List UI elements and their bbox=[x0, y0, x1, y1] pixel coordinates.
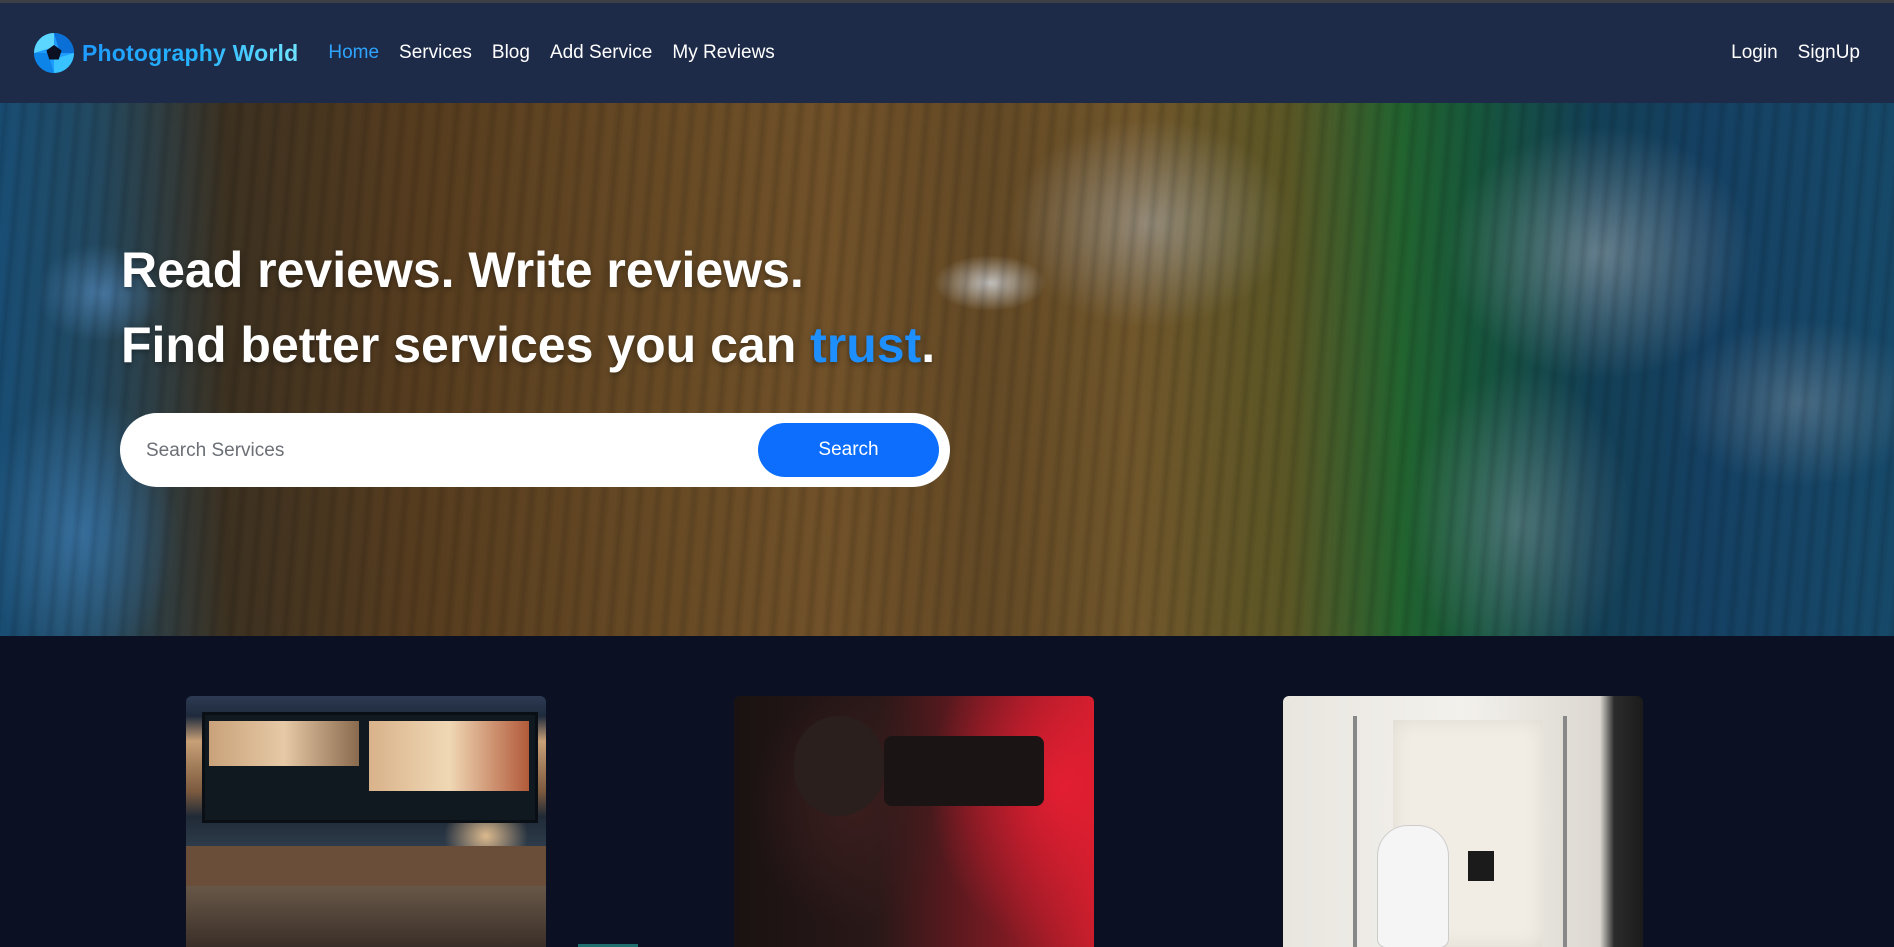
light-stand-graphic bbox=[1563, 716, 1567, 947]
video-camera-graphic bbox=[884, 736, 1044, 806]
nav-link-add-service[interactable]: Add Service bbox=[550, 42, 652, 64]
photographer-graphic bbox=[1378, 826, 1448, 947]
desk-graphic bbox=[186, 846, 546, 886]
search-input[interactable] bbox=[144, 427, 648, 475]
nav-link-my-reviews[interactable]: My Reviews bbox=[672, 42, 774, 64]
service-card-image-3[interactable] bbox=[1283, 696, 1643, 947]
videographer-graphic bbox=[794, 716, 884, 816]
nav-link-home[interactable]: Home bbox=[328, 42, 379, 64]
camera-aperture-icon bbox=[34, 33, 74, 73]
monitor-graphic bbox=[202, 712, 538, 823]
hero-line-2-suffix: . bbox=[921, 317, 936, 373]
brand-name: Photography World bbox=[82, 39, 299, 66]
hero-line-2-text: Find better services you can bbox=[121, 317, 811, 373]
hero-banner: Read reviews. Write reviews. Find better… bbox=[0, 103, 1894, 636]
service-cards bbox=[0, 636, 1894, 947]
signup-link[interactable]: SignUp bbox=[1798, 42, 1860, 64]
handbag-graphic bbox=[1468, 851, 1494, 881]
login-link[interactable]: Login bbox=[1731, 42, 1778, 64]
hero-headline: Read reviews. Write reviews. Find better… bbox=[121, 233, 935, 383]
service-card-image-2[interactable] bbox=[734, 696, 1094, 947]
navbar: Photography World Home Services Blog Add… bbox=[0, 3, 1894, 103]
nav-link-services[interactable]: Services bbox=[399, 42, 472, 64]
main-nav: Home Services Blog Add Service My Review… bbox=[328, 42, 794, 64]
search-button[interactable]: Search bbox=[758, 423, 939, 477]
hero-line-1: Read reviews. Write reviews. bbox=[121, 242, 804, 298]
auth-links: Login SignUp bbox=[1711, 3, 1860, 103]
nav-link-blog[interactable]: Blog bbox=[492, 42, 530, 64]
service-card-image-1[interactable] bbox=[186, 696, 546, 947]
search-bar: Search bbox=[120, 413, 950, 487]
light-stand-graphic bbox=[1353, 716, 1357, 947]
hero-line-2: Find better services you can trust. bbox=[121, 308, 935, 383]
hero-accent-word: trust bbox=[810, 317, 922, 373]
brand-logo[interactable]: Photography World bbox=[34, 33, 298, 73]
